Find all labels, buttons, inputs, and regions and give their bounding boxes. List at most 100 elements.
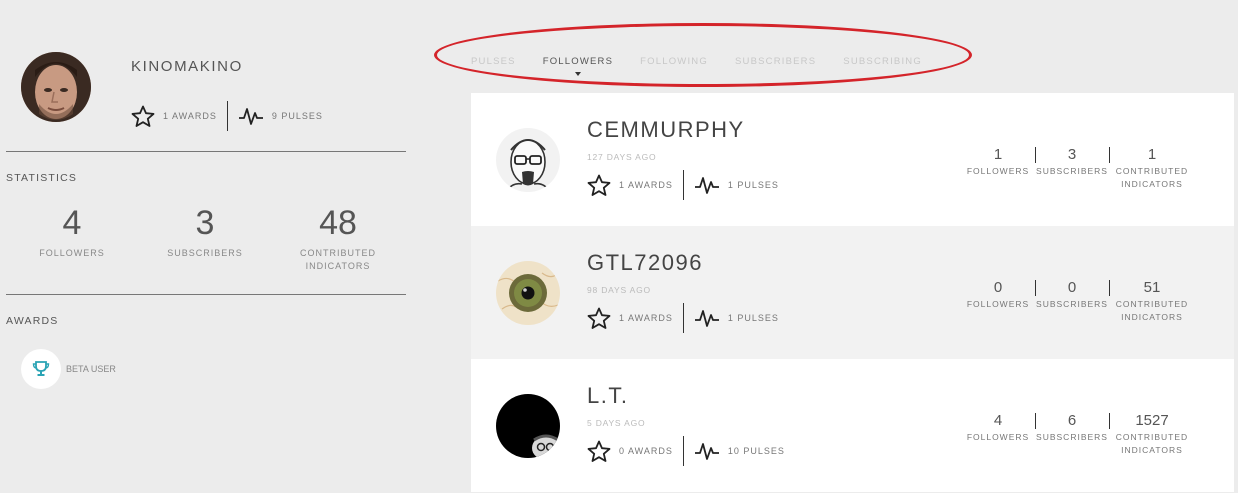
tab-subscribers[interactable]: SUBSCRIBERS — [735, 56, 816, 67]
profile-awards[interactable]: 1 AWARDS — [131, 105, 217, 127]
divider — [6, 294, 406, 295]
star-icon — [587, 174, 611, 196]
divider — [682, 436, 684, 466]
user-awards[interactable]: 0 AWARDS — [587, 440, 673, 462]
user-pulses-text: 1 PULSES — [727, 313, 779, 323]
count-indicators-value: 1527 — [1135, 412, 1169, 429]
count-indicators-label-2: INDICATORS — [1121, 312, 1183, 322]
profile-avatar[interactable] — [21, 52, 91, 122]
tab-following[interactable]: FOLLOWING — [640, 56, 708, 67]
annotation-ellipse — [434, 23, 972, 87]
count-subscribers-value: 3 — [1067, 146, 1077, 163]
list-item[interactable]: CEMMURPHY 127 DAYS AGO 1 AWARDS 1 PULSES… — [471, 93, 1234, 226]
count-followers-value: 4 — [993, 412, 1003, 429]
beta-user-label: BETA USER — [66, 364, 116, 374]
profile-tabs: PULSES FOLLOWERS FOLLOWING SUBSCRIBERS S… — [471, 56, 949, 76]
star-icon — [587, 440, 611, 462]
user-pulses-text: 1 PULSES — [727, 180, 779, 190]
trophy-icon — [32, 361, 50, 376]
count-subscribers: 0 SUBSCRIBERS — [1035, 278, 1109, 324]
count-subscribers-label: SUBSCRIBERS — [1036, 299, 1108, 309]
user-joined: 127 DAYS AGO — [587, 152, 657, 162]
user-counts: 1 FOLLOWERS 3 SUBSCRIBERS 1 CONTRIBUTED … — [961, 145, 1195, 191]
followers-list: CEMMURPHY 127 DAYS AGO 1 AWARDS 1 PULSES… — [471, 93, 1234, 492]
user-joined: 5 DAYS AGO — [587, 418, 646, 428]
user-meta: 0 AWARDS 10 PULSES — [587, 435, 785, 467]
stat-subscribers-value: 3 — [195, 204, 215, 242]
count-followers-label: FOLLOWERS — [966, 166, 1030, 176]
user-name[interactable]: CEMMURPHY — [587, 117, 745, 143]
user-avatar[interactable] — [496, 128, 560, 192]
count-indicators: 1527 CONTRIBUTED INDICATORS — [1109, 411, 1195, 457]
profile-pulses[interactable]: 9 PULSES — [238, 105, 323, 127]
count-subscribers-label: SUBSCRIBERS — [1036, 432, 1108, 442]
count-followers-value: 1 — [993, 146, 1003, 163]
profile-awards-text: 1 AWARDS — [163, 111, 217, 121]
stat-contributed-value: 48 — [319, 204, 357, 242]
count-indicators-label-1: CONTRIBUTED — [1115, 299, 1189, 309]
count-indicators: 1 CONTRIBUTED INDICATORS — [1109, 145, 1195, 191]
pulse-icon — [694, 310, 719, 327]
pulse-icon — [694, 177, 719, 194]
awards-heading: AWARDS — [6, 315, 59, 327]
count-indicators-label-1: CONTRIBUTED — [1115, 166, 1189, 176]
stat-followers: 4 FOLLOWERS — [32, 203, 112, 260]
tab-subscribing[interactable]: SUBSCRIBING — [843, 56, 922, 67]
star-icon — [131, 105, 155, 127]
user-awards-text: 1 AWARDS — [619, 180, 673, 190]
statistics-heading: STATISTICS — [6, 172, 78, 184]
count-indicators-label-2: INDICATORS — [1121, 179, 1183, 189]
divider — [226, 101, 228, 131]
star-icon — [587, 307, 611, 329]
count-subscribers-value: 6 — [1067, 412, 1077, 429]
count-subscribers-label: SUBSCRIBERS — [1036, 166, 1108, 176]
tab-followers[interactable]: FOLLOWERS — [543, 56, 613, 76]
divider — [682, 303, 684, 333]
user-name[interactable]: L.T. — [587, 383, 628, 409]
profile-pulses-text: 9 PULSES — [271, 111, 323, 121]
count-subscribers-value: 0 — [1067, 279, 1077, 296]
user-awards-text: 0 AWARDS — [619, 446, 673, 456]
count-followers: 1 FOLLOWERS — [961, 145, 1035, 191]
stat-subscribers-label: SUBSCRIBERS — [167, 248, 243, 258]
stat-followers-label: FOLLOWERS — [39, 248, 105, 258]
user-counts: 4 FOLLOWERS 6 SUBSCRIBERS 1527 CONTRIBUT… — [961, 411, 1195, 457]
stat-subscribers: 3 SUBSCRIBERS — [160, 203, 250, 260]
stat-contributed: 48 CONTRIBUTED INDICATORS — [293, 203, 383, 273]
profile-username: KINOMAKINO — [131, 58, 243, 75]
count-followers: 4 FOLLOWERS — [961, 411, 1035, 457]
count-indicators-label-2: INDICATORS — [1121, 445, 1183, 455]
beta-user-badge[interactable] — [21, 349, 61, 389]
list-item[interactable]: GTL72096 98 DAYS AGO 1 AWARDS 1 PULSES 0… — [471, 226, 1234, 359]
count-subscribers: 3 SUBSCRIBERS — [1035, 145, 1109, 191]
pulse-icon — [238, 108, 263, 125]
user-awards-text: 1 AWARDS — [619, 313, 673, 323]
user-awards[interactable]: 1 AWARDS — [587, 174, 673, 196]
user-counts: 0 FOLLOWERS 0 SUBSCRIBERS 51 CONTRIBUTED… — [961, 278, 1195, 324]
stat-contributed-label-2: INDICATORS — [305, 261, 371, 271]
user-meta: 1 AWARDS 1 PULSES — [587, 169, 779, 201]
divider — [6, 151, 406, 152]
tab-pulses[interactable]: PULSES — [471, 56, 516, 67]
divider — [682, 170, 684, 200]
user-pulses[interactable]: 1 PULSES — [694, 307, 779, 329]
count-indicators-value: 51 — [1143, 279, 1161, 296]
stat-followers-value: 4 — [62, 204, 82, 242]
count-followers-label: FOLLOWERS — [966, 432, 1030, 442]
pulse-icon — [694, 443, 719, 460]
user-avatar[interactable] — [496, 261, 560, 325]
user-awards[interactable]: 1 AWARDS — [587, 307, 673, 329]
user-avatar[interactable] — [496, 394, 560, 458]
count-indicators: 51 CONTRIBUTED INDICATORS — [1109, 278, 1195, 324]
user-meta: 1 AWARDS 1 PULSES — [587, 302, 779, 334]
list-item[interactable]: L.T. 5 DAYS AGO 0 AWARDS 10 PULSES 4 FOL… — [471, 359, 1234, 492]
user-pulses[interactable]: 10 PULSES — [694, 440, 785, 462]
count-followers-value: 0 — [993, 279, 1003, 296]
user-pulses[interactable]: 1 PULSES — [694, 174, 779, 196]
user-pulses-text: 10 PULSES — [727, 446, 785, 456]
count-followers: 0 FOLLOWERS — [961, 278, 1035, 324]
user-name[interactable]: GTL72096 — [587, 250, 703, 276]
count-indicators-label-1: CONTRIBUTED — [1115, 432, 1189, 442]
profile-meta: 1 AWARDS 9 PULSES — [131, 100, 323, 132]
count-followers-label: FOLLOWERS — [966, 299, 1030, 309]
